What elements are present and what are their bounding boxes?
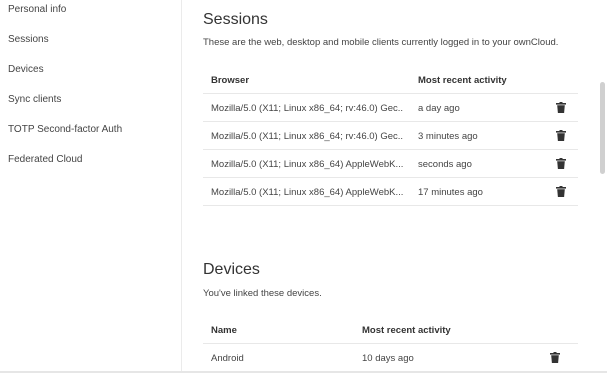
device-name: Android: [211, 353, 244, 364]
devices-description: You've linked these devices.: [203, 288, 322, 299]
devices-table-header: Name Most recent activity: [203, 316, 578, 344]
column-header-activity: Most recent activity: [362, 325, 451, 336]
sidebar-item-devices[interactable]: Devices: [8, 64, 44, 76]
table-row: Mozilla/5.0 (X11; Linux x86_64; rv:46.0)…: [203, 94, 578, 122]
sidebar-item-sync-clients[interactable]: Sync clients: [8, 94, 61, 106]
session-browser: Mozilla/5.0 (X11; Linux x86_64; rv:46.0)…: [211, 131, 403, 142]
sidebar-item-totp[interactable]: TOTP Second-factor Auth: [8, 124, 122, 136]
device-activity: 10 days ago: [362, 353, 414, 364]
trash-icon[interactable]: [556, 130, 566, 141]
sidebar-item-personal-info[interactable]: Personal info: [8, 4, 66, 16]
session-activity: 17 minutes ago: [418, 187, 483, 198]
table-row: Mozilla/5.0 (X11; Linux x86_64) AppleWeb…: [203, 178, 578, 206]
settings-sidebar: Personal info Sessions Devices Sync clie…: [0, 0, 182, 373]
session-browser: Mozilla/5.0 (X11; Linux x86_64) AppleWeb…: [211, 187, 403, 198]
trash-icon[interactable]: [556, 102, 566, 113]
session-activity: seconds ago: [418, 159, 472, 170]
sidebar-item-federated-cloud[interactable]: Federated Cloud: [8, 154, 83, 166]
session-browser: Mozilla/5.0 (X11; Linux x86_64; rv:46.0)…: [211, 103, 403, 114]
column-header-activity: Most recent activity: [418, 75, 507, 86]
devices-table: Name Most recent activity Android 10 day…: [203, 316, 578, 372]
sessions-title: Sessions: [203, 11, 268, 28]
table-row: Mozilla/5.0 (X11; Linux x86_64) AppleWeb…: [203, 150, 578, 178]
sessions-description: These are the web, desktop and mobile cl…: [203, 37, 559, 48]
session-activity: 3 minutes ago: [418, 131, 478, 142]
sessions-table-header: Browser Most recent activity: [203, 66, 578, 94]
session-browser: Mozilla/5.0 (X11; Linux x86_64) AppleWeb…: [211, 159, 403, 170]
table-row: Android 10 days ago: [203, 344, 578, 372]
sessions-table: Browser Most recent activity Mozilla/5.0…: [203, 66, 578, 206]
column-header-browser: Browser: [211, 75, 250, 86]
devices-title: Devices: [203, 261, 260, 278]
trash-icon[interactable]: [556, 158, 566, 169]
settings-content: Sessions These are the web, desktop and …: [183, 0, 595, 373]
table-row: Mozilla/5.0 (X11; Linux x86_64; rv:46.0)…: [203, 122, 578, 150]
session-activity: a day ago: [418, 103, 460, 114]
trash-icon[interactable]: [550, 352, 560, 363]
vertical-scrollbar[interactable]: [600, 82, 605, 174]
sidebar-item-sessions[interactable]: Sessions: [8, 34, 49, 46]
column-header-name: Name: [211, 325, 237, 336]
trash-icon[interactable]: [556, 186, 566, 197]
